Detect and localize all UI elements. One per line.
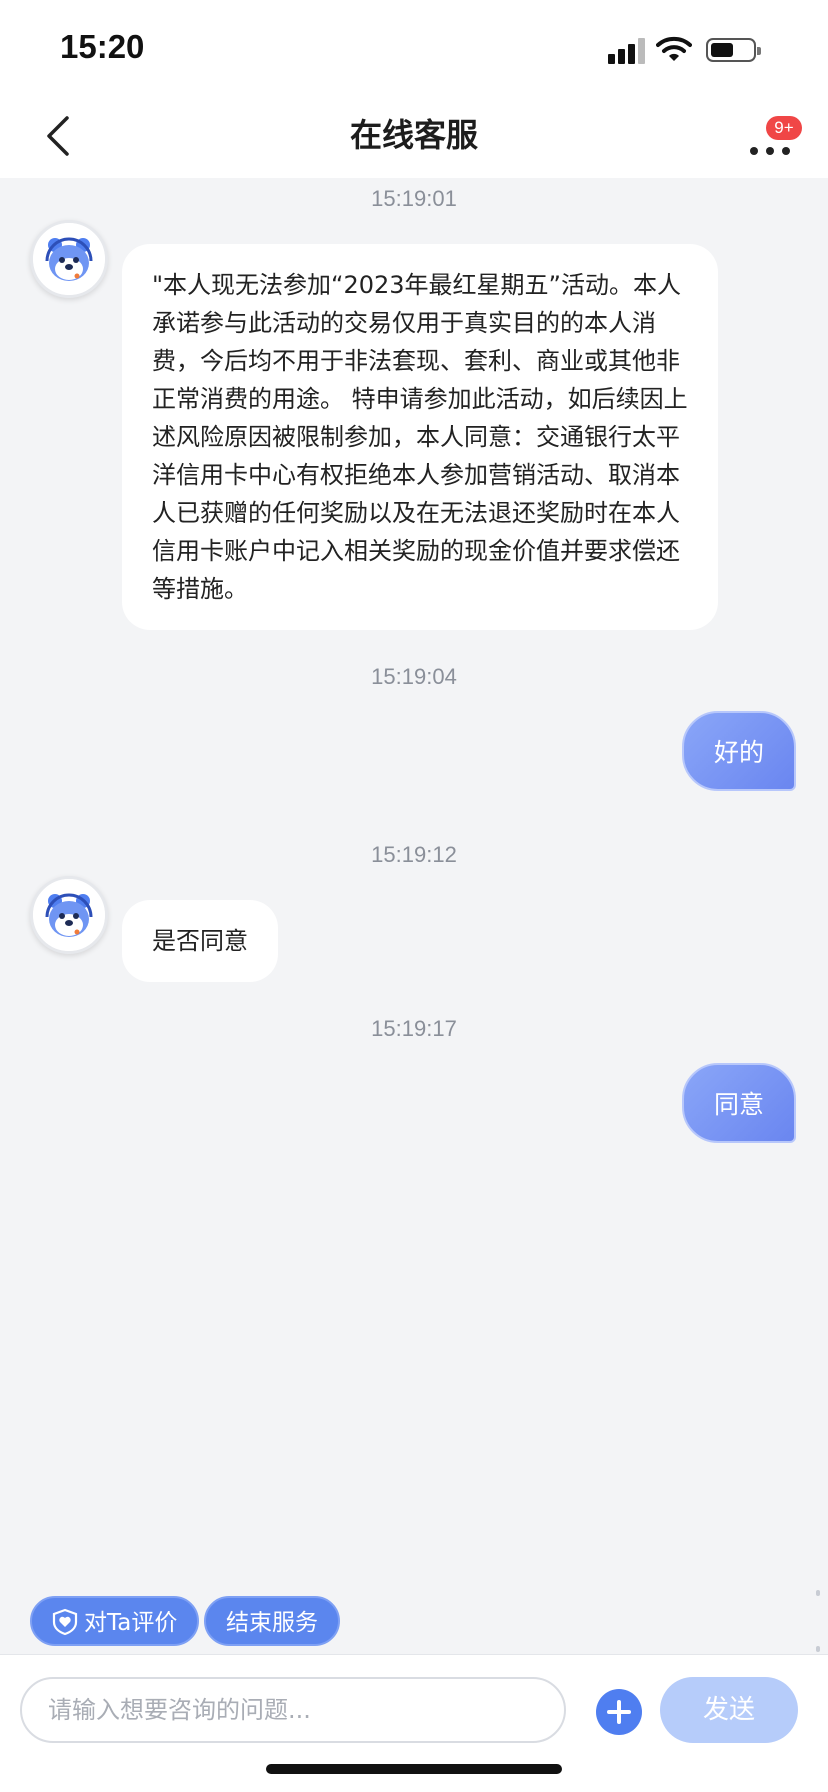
- message-input[interactable]: [20, 1677, 566, 1743]
- more-dots-icon: [750, 140, 798, 159]
- notification-badge: 9+: [766, 116, 802, 140]
- status-bar: 15:20: [0, 0, 828, 92]
- status-icons: [608, 34, 798, 64]
- send-button[interactable]: 发送: [660, 1677, 798, 1743]
- agent-avatar: [30, 220, 108, 298]
- quick-actions-bar: 对Ta评价 结束服务: [0, 1592, 828, 1650]
- end-service-button[interactable]: 结束服务: [204, 1596, 340, 1646]
- agent-message-bubble: "本人现无法参加“2023年最红星期五”活动。本人承诺参与此活动的交易仅用于真实…: [122, 244, 718, 630]
- message-timestamp: 15:19:01: [371, 186, 457, 211]
- rate-service-label: 对Ta评价: [84, 1610, 178, 1636]
- nav-header: 在线客服 9+: [0, 92, 828, 178]
- message-timestamp: 15:19:12: [371, 842, 457, 867]
- agent-message-bubble: 是否同意: [122, 900, 278, 982]
- plus-circle-icon[interactable]: [596, 1689, 642, 1735]
- agent-avatar: [30, 876, 108, 954]
- message-timestamp: 15:19:04: [371, 664, 457, 689]
- robot-agent-icon: [33, 223, 105, 295]
- user-message-bubble: 好的: [681, 711, 796, 791]
- cellular-signal-icon: [608, 38, 648, 64]
- home-indicator: [266, 1764, 562, 1774]
- robot-agent-icon: [33, 879, 105, 951]
- wifi-icon: [656, 36, 692, 61]
- more-button[interactable]: 9+: [736, 110, 806, 170]
- battery-icon: [706, 38, 761, 62]
- scroll-indicator: [816, 1590, 820, 1652]
- rate-service-button[interactable]: 对Ta评价: [30, 1596, 200, 1646]
- status-time: 15:20: [60, 28, 145, 65]
- shield-heart-icon: [52, 1608, 78, 1635]
- page-title: 在线客服: [349, 116, 478, 154]
- message-timestamp: 15:19:17: [371, 1016, 457, 1041]
- user-message-bubble: 同意: [681, 1063, 796, 1143]
